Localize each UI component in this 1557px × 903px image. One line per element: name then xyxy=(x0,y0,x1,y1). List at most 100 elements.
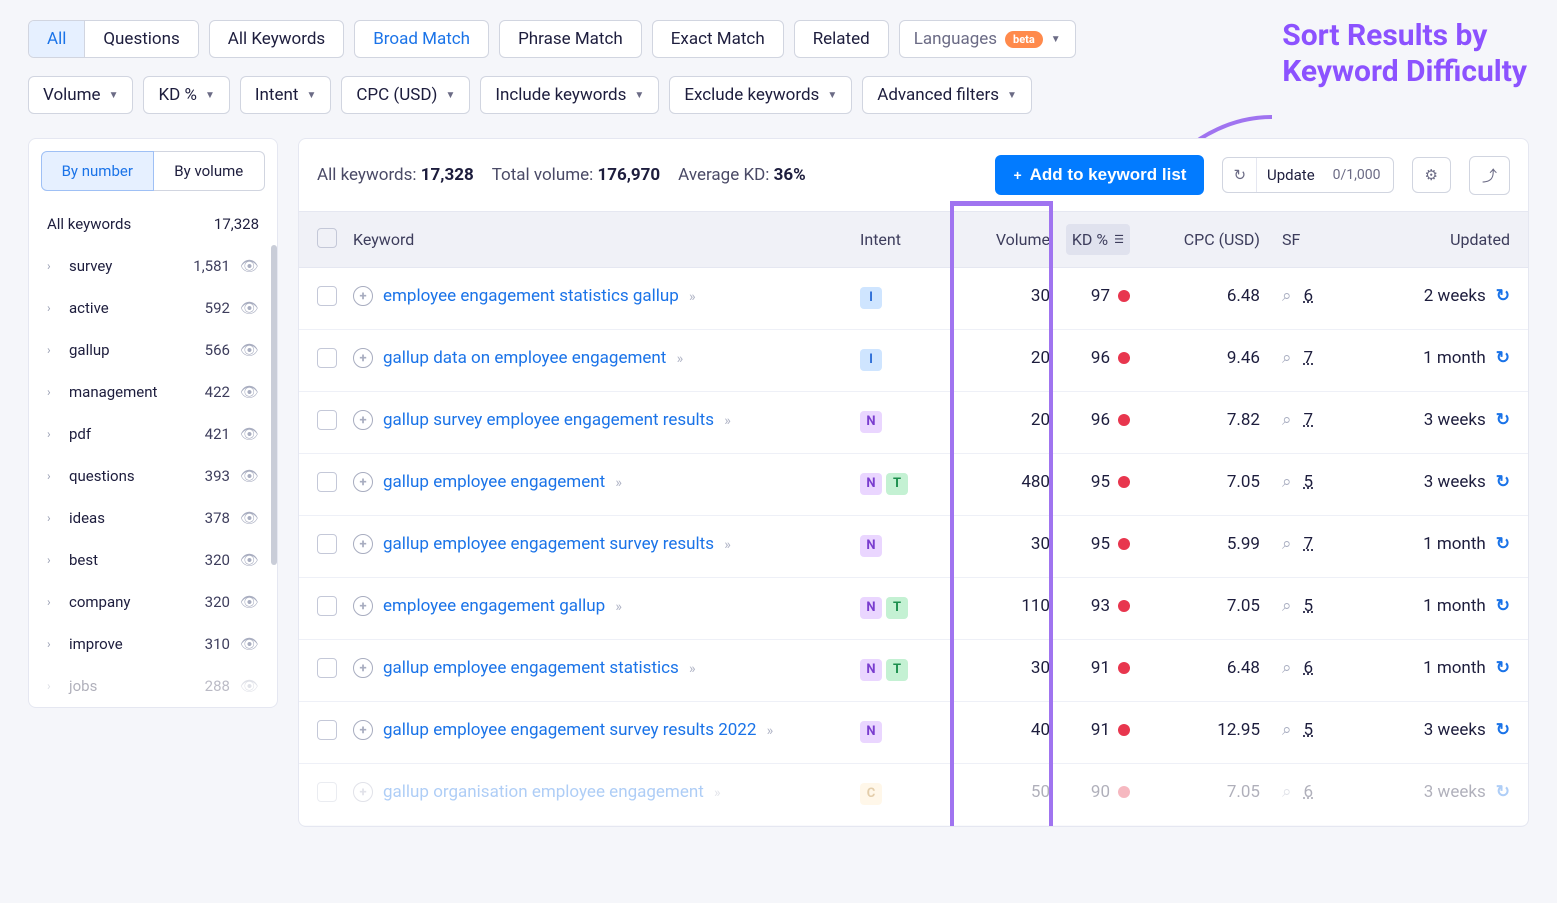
sidebar-item-company[interactable]: ›company320👁 xyxy=(29,581,277,623)
serp-icon[interactable]: ⌕ xyxy=(1282,410,1292,430)
col-keyword[interactable]: Keyword xyxy=(353,230,860,249)
expand-icon[interactable]: + xyxy=(353,658,373,678)
tab-all[interactable]: All xyxy=(29,21,85,57)
row-checkbox[interactable] xyxy=(317,596,337,616)
filter-cpc-usd-[interactable]: CPC (USD)▼ xyxy=(341,76,470,114)
eye-icon[interactable]: 👁 xyxy=(240,593,259,611)
row-refresh-icon[interactable]: ↻ xyxy=(1496,348,1510,368)
serp-icon[interactable]: ⌕ xyxy=(1282,658,1292,678)
row-refresh-icon[interactable]: ↻ xyxy=(1496,782,1510,802)
settings-button[interactable]: ⚙ xyxy=(1412,157,1451,193)
row-refresh-icon[interactable]: ↻ xyxy=(1496,534,1510,554)
sidebar-item-pdf[interactable]: ›pdf421👁 xyxy=(29,413,277,455)
row-checkbox[interactable] xyxy=(317,472,337,492)
sidebar-item-survey[interactable]: ›survey1,581👁 xyxy=(29,245,277,287)
expand-icon[interactable]: + xyxy=(353,534,373,554)
add-to-keyword-list-button[interactable]: + Add to keyword list xyxy=(995,155,1204,195)
expand-icon[interactable]: + xyxy=(353,348,373,368)
sidebar-item-active[interactable]: ›active592👁 xyxy=(29,287,277,329)
row-checkbox[interactable] xyxy=(317,658,337,678)
tab-questions[interactable]: Questions xyxy=(85,21,197,57)
eye-icon[interactable]: 👁 xyxy=(240,257,259,275)
row-refresh-icon[interactable]: ↻ xyxy=(1496,286,1510,306)
tab-phrase-match[interactable]: Phrase Match xyxy=(499,20,642,58)
row-refresh-icon[interactable]: ↻ xyxy=(1496,410,1510,430)
sf-value[interactable]: 7 xyxy=(1304,534,1314,554)
eye-icon[interactable]: 👁 xyxy=(240,551,259,569)
serp-icon[interactable]: ⌕ xyxy=(1282,472,1292,492)
expand-icon[interactable]: + xyxy=(353,720,373,740)
eye-icon[interactable]: 👁 xyxy=(240,383,259,401)
keyword-link[interactable]: gallup employee engagement survey result… xyxy=(383,720,756,740)
tab-related[interactable]: Related xyxy=(794,20,889,58)
serp-icon[interactable]: ⌕ xyxy=(1282,596,1292,616)
eye-icon[interactable]: 👁 xyxy=(240,341,259,359)
sidebar-all-keywords[interactable]: All keywords 17,328 xyxy=(29,203,277,245)
sf-value[interactable]: 6 xyxy=(1304,286,1314,306)
keyword-link[interactable]: employee engagement gallup xyxy=(383,596,605,616)
refresh-icon[interactable]: ↻ xyxy=(1223,158,1257,192)
serp-icon[interactable]: ⌕ xyxy=(1282,286,1292,306)
serp-icon[interactable]: ⌕ xyxy=(1282,534,1292,554)
sf-value[interactable]: 7 xyxy=(1304,410,1314,430)
expand-icon[interactable]: + xyxy=(353,596,373,616)
sf-value[interactable]: 6 xyxy=(1304,658,1314,678)
sidebar-item-best[interactable]: ›best320👁 xyxy=(29,539,277,581)
sidebar-item-gallup[interactable]: ›gallup566👁 xyxy=(29,329,277,371)
languages-dropdown[interactable]: Languages beta ▼ xyxy=(899,20,1076,58)
row-checkbox[interactable] xyxy=(317,286,337,306)
sf-value[interactable]: 7 xyxy=(1304,348,1314,368)
sidebar-scrollbar[interactable] xyxy=(271,245,277,565)
row-checkbox[interactable] xyxy=(317,348,337,368)
update-button[interactable]: Update xyxy=(1257,158,1321,192)
col-sf[interactable]: SF xyxy=(1260,230,1360,249)
sidebar-item-jobs[interactable]: ›jobs288👁 xyxy=(29,665,277,707)
keyword-link[interactable]: gallup data on employee engagement xyxy=(383,348,666,368)
filter-include-keywords[interactable]: Include keywords▼ xyxy=(480,76,659,114)
tab-all-keywords[interactable]: All Keywords xyxy=(209,20,344,58)
filter-volume[interactable]: Volume▼ xyxy=(28,76,133,114)
eye-icon[interactable]: 👁 xyxy=(240,467,259,485)
filter-advanced-filters[interactable]: Advanced filters▼ xyxy=(862,76,1032,114)
col-kd[interactable]: KD % ☰ xyxy=(1050,224,1140,255)
row-refresh-icon[interactable]: ↻ xyxy=(1496,720,1510,740)
serp-icon[interactable]: ⌕ xyxy=(1282,720,1292,740)
sidebar-item-questions[interactable]: ›questions393👁 xyxy=(29,455,277,497)
serp-icon[interactable]: ⌕ xyxy=(1282,348,1292,368)
sf-value[interactable]: 5 xyxy=(1304,472,1314,492)
toggle-by-number[interactable]: By number xyxy=(41,151,154,191)
serp-icon[interactable]: ⌕ xyxy=(1282,782,1292,802)
filter-kd-[interactable]: KD %▼ xyxy=(143,76,229,114)
keyword-link[interactable]: gallup employee engagement statistics xyxy=(383,658,679,678)
col-intent[interactable]: Intent xyxy=(860,230,960,249)
eye-icon[interactable]: 👁 xyxy=(240,425,259,443)
tab-broad-match[interactable]: Broad Match xyxy=(354,20,489,58)
toggle-by-volume[interactable]: By volume xyxy=(154,151,266,191)
sf-value[interactable]: 5 xyxy=(1304,596,1314,616)
eye-icon[interactable]: 👁 xyxy=(240,509,259,527)
keyword-link[interactable]: employee engagement statistics gallup xyxy=(383,286,679,306)
sidebar-item-management[interactable]: ›management422👁 xyxy=(29,371,277,413)
select-all-checkbox[interactable] xyxy=(317,228,337,248)
expand-icon[interactable]: + xyxy=(353,410,373,430)
row-refresh-icon[interactable]: ↻ xyxy=(1496,596,1510,616)
row-checkbox[interactable] xyxy=(317,782,337,802)
col-volume[interactable]: Volume xyxy=(960,230,1050,249)
keyword-link[interactable]: gallup organisation employee engagement xyxy=(383,782,704,802)
row-checkbox[interactable] xyxy=(317,534,337,554)
expand-icon[interactable]: + xyxy=(353,782,373,802)
keyword-link[interactable]: gallup employee engagement xyxy=(383,472,605,492)
col-cpc[interactable]: CPC (USD) xyxy=(1140,230,1260,249)
eye-icon[interactable]: 👁 xyxy=(240,635,259,653)
keyword-link[interactable]: gallup employee engagement survey result… xyxy=(383,534,714,554)
sidebar-item-ideas[interactable]: ›ideas378👁 xyxy=(29,497,277,539)
expand-icon[interactable]: + xyxy=(353,472,373,492)
row-checkbox[interactable] xyxy=(317,720,337,740)
sf-value[interactable]: 6 xyxy=(1304,782,1314,802)
tab-exact-match[interactable]: Exact Match xyxy=(652,20,784,58)
row-refresh-icon[interactable]: ↻ xyxy=(1496,658,1510,678)
filter-exclude-keywords[interactable]: Exclude keywords▼ xyxy=(669,76,852,114)
col-updated[interactable]: Updated xyxy=(1360,230,1510,249)
sidebar-item-improve[interactable]: ›improve310👁 xyxy=(29,623,277,665)
row-refresh-icon[interactable]: ↻ xyxy=(1496,472,1510,492)
